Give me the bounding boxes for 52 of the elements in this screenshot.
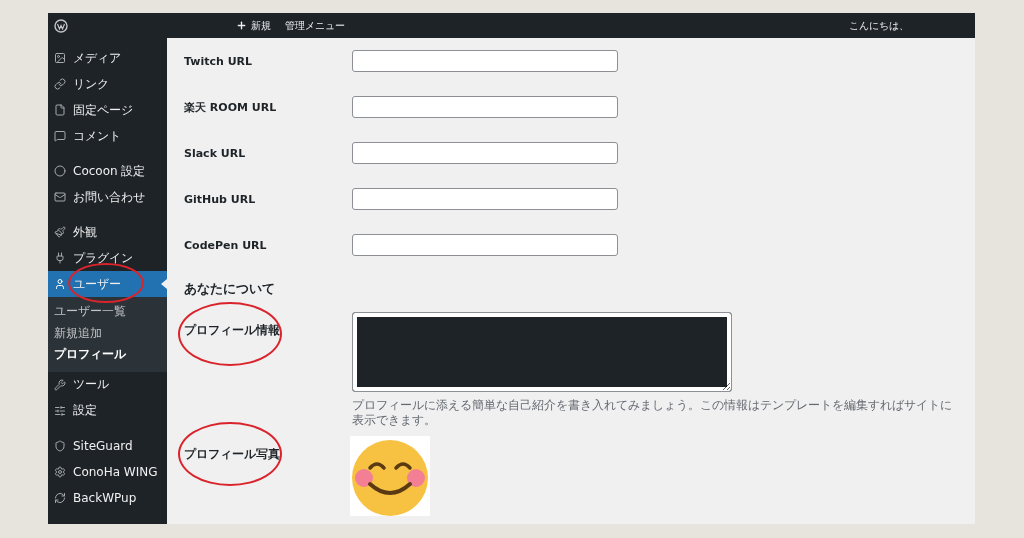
field-label: Twitch URL bbox=[184, 54, 254, 68]
wordpress-logo[interactable] bbox=[54, 18, 68, 33]
menu-icon bbox=[54, 252, 66, 264]
sidebar-item[interactable]: プラグイン bbox=[48, 245, 167, 271]
menu-icon bbox=[54, 78, 66, 90]
url-input[interactable] bbox=[352, 142, 618, 164]
plus-icon bbox=[236, 20, 247, 31]
menu-icon bbox=[54, 439, 66, 452]
url-input[interactable] bbox=[352, 50, 618, 72]
submenu-item[interactable]: プロフィール bbox=[48, 344, 167, 366]
field-label: プロフィール写真 bbox=[184, 447, 280, 461]
menu-icon bbox=[54, 226, 66, 238]
menu-icon bbox=[54, 278, 66, 290]
section-heading: あなたについて bbox=[184, 280, 276, 298]
field-label: Slack URL bbox=[184, 146, 247, 160]
menu-icon bbox=[54, 130, 66, 142]
sidebar-item[interactable]: Cocoon 設定 bbox=[48, 158, 167, 184]
sidebar-item[interactable]: 外観 bbox=[48, 219, 167, 245]
sidebar-item[interactable]: お問い合わせ bbox=[48, 184, 167, 210]
sidebar-item[interactable]: ConoHa WING bbox=[48, 458, 167, 485]
menu-icon bbox=[54, 191, 66, 203]
sidebar-item[interactable]: ツール bbox=[48, 371, 167, 398]
admin-menu-link[interactable]: 管理メニュー bbox=[285, 18, 345, 33]
sidebar-item[interactable]: リンク bbox=[48, 71, 167, 97]
menu-icon bbox=[54, 491, 66, 504]
menu-icon bbox=[54, 165, 66, 177]
menu-icon bbox=[54, 52, 66, 64]
new-link[interactable]: 新規 bbox=[236, 18, 271, 33]
sidebar-item[interactable]: SiteGuard bbox=[48, 432, 167, 459]
menu-icon bbox=[54, 378, 66, 391]
sidebar-item[interactable]: BackWPup bbox=[48, 484, 167, 511]
sidebar-item[interactable]: ユーザー bbox=[48, 271, 167, 297]
url-input[interactable] bbox=[352, 188, 618, 210]
field-label: CodePen URL bbox=[184, 238, 268, 252]
submenu-item[interactable]: ユーザー一覧 bbox=[48, 301, 167, 323]
avatar-icon bbox=[350, 436, 430, 516]
field-label: プロフィール情報 bbox=[184, 323, 280, 337]
sidebar-item[interactable]: 固定ページ bbox=[48, 97, 167, 123]
menu-icon bbox=[54, 465, 66, 478]
menu-icon bbox=[54, 104, 66, 116]
field-label: 楽天 ROOM URL bbox=[184, 99, 278, 115]
menu-icon bbox=[54, 404, 66, 417]
field-description: プロフィールに添える簡単な自己紹介を書き入れてみましょう。この情報はテンプレートを編集すればサイトに表示できます。 bbox=[352, 398, 953, 428]
greeting: こんにちは、 bbox=[849, 18, 909, 33]
url-input[interactable] bbox=[352, 96, 618, 118]
sidebar-item[interactable]: コメント bbox=[48, 123, 167, 149]
url-input[interactable] bbox=[352, 234, 618, 256]
sidebar-item[interactable]: 設定 bbox=[48, 397, 167, 424]
field-label: GitHub URL bbox=[184, 192, 257, 206]
sidebar-item[interactable]: メディア bbox=[48, 45, 167, 71]
submenu-item[interactable]: 新規追加 bbox=[48, 322, 167, 344]
bio-textarea[interactable] bbox=[352, 312, 732, 392]
